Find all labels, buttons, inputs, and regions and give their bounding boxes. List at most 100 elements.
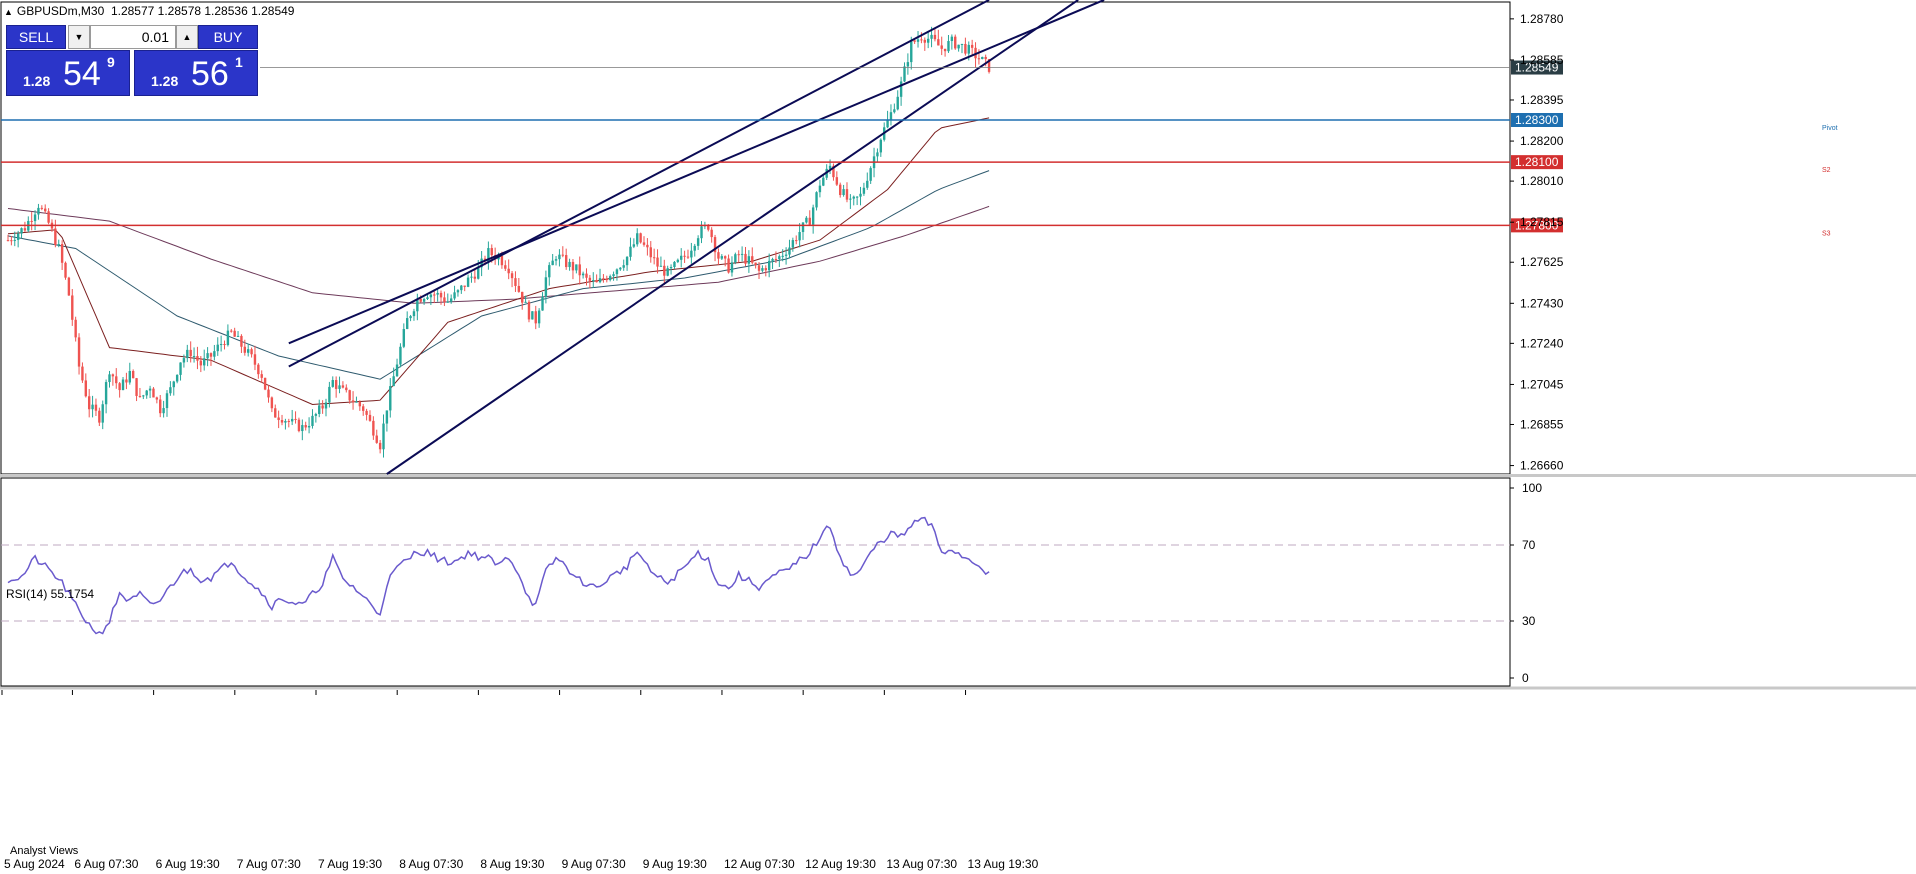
candle-body <box>37 207 40 215</box>
candle-body <box>402 329 406 347</box>
candle-body <box>263 377 267 390</box>
time-tick-label: 6 Aug 07:30 <box>74 857 138 871</box>
ohlc-values: 1.28577 1.28578 1.28536 1.28549 <box>110 4 295 18</box>
collapse-triangle-icon[interactable]: ▲ <box>4 7 13 17</box>
candle-body <box>639 233 642 243</box>
candle-body <box>199 360 203 366</box>
candle-body <box>954 36 957 49</box>
candle-body <box>246 349 250 353</box>
candle-body <box>571 261 575 271</box>
candle-body <box>578 264 581 276</box>
candle-body <box>365 410 368 415</box>
candle-body <box>595 280 598 283</box>
candle-body <box>84 380 88 397</box>
candle-body <box>801 222 805 233</box>
candle-body <box>213 351 216 357</box>
buy-price-prefix: 1.28 <box>151 73 179 89</box>
candle-body <box>950 36 954 42</box>
candle-body <box>510 273 514 279</box>
candle-body <box>771 258 774 261</box>
rsi-panel[interactable]: 100 70 30 0 <box>0 477 1916 690</box>
candle-body <box>131 370 135 379</box>
candle-body <box>449 298 453 302</box>
level-s2-value: 1.28100 <box>1515 155 1559 169</box>
candle-body <box>412 311 416 317</box>
candle-body <box>646 244 649 248</box>
rsi-label: RSI(14) 55.1754 <box>6 587 94 601</box>
ma-mid-line <box>7 170 990 380</box>
candle-body <box>74 319 77 338</box>
candle-body <box>906 62 910 67</box>
candle-body <box>71 295 74 320</box>
candle-body <box>636 233 639 245</box>
lot-size-input[interactable] <box>90 25 176 49</box>
candle-body <box>537 310 541 324</box>
candle-body <box>899 81 903 97</box>
time-tick-label: 13 Aug 19:30 <box>968 857 1039 871</box>
candle-body <box>162 408 165 414</box>
candle-body <box>842 189 845 196</box>
candle-body <box>409 316 412 319</box>
candle-body <box>669 266 673 269</box>
candle-body <box>524 301 527 303</box>
main-price-panel[interactable] <box>0 1 1916 477</box>
candle-body <box>351 400 355 403</box>
candle-body <box>967 44 970 54</box>
candle-body <box>243 346 247 353</box>
candle-body <box>656 257 659 267</box>
candle-body <box>226 330 230 346</box>
candle-body <box>169 387 172 394</box>
candle-body <box>128 370 131 383</box>
candle-body <box>466 277 470 287</box>
candle-body <box>602 278 605 280</box>
chart-header: ▲ GBPUSDm,M30 1.28577 1.28578 1.28536 1.2… <box>4 4 294 18</box>
candle-body <box>257 364 260 375</box>
candle-body <box>761 268 764 271</box>
candle-body <box>439 292 443 298</box>
candle-body <box>101 404 104 423</box>
candle-body <box>970 44 974 48</box>
candle-body <box>253 354 257 365</box>
candle-body <box>862 187 866 194</box>
candle-body <box>625 256 629 266</box>
lot-increase-icon[interactable]: ▲ <box>176 25 198 49</box>
candle-body <box>456 290 460 293</box>
candle-body <box>544 277 548 297</box>
candle-body <box>835 177 839 185</box>
candle-body <box>54 228 57 245</box>
candle-body <box>605 279 608 281</box>
candle-body <box>734 254 737 263</box>
candle-body <box>60 244 64 263</box>
time-tick-label: 9 Aug 19:30 <box>643 857 707 871</box>
candle-body <box>612 274 615 277</box>
candle-body <box>554 259 558 261</box>
candle-body <box>142 395 145 397</box>
candle-body <box>855 196 859 198</box>
sell-button[interactable]: SELL <box>6 25 66 49</box>
candle-body <box>666 268 669 276</box>
channel-lines[interactable] <box>288 0 1105 475</box>
candle-body <box>216 344 219 352</box>
sell-price-box[interactable]: 1.28 54 9 <box>6 50 130 96</box>
candle-body <box>334 380 338 389</box>
candle-body <box>893 109 896 113</box>
candle-body <box>896 96 899 110</box>
candle-body <box>77 337 81 367</box>
candle-body <box>747 256 751 264</box>
candle-body <box>534 311 537 324</box>
buy-price-box[interactable]: 1.28 56 1 <box>134 50 258 96</box>
candle-body <box>879 139 883 153</box>
chart-canvas[interactable]: Pivot1.28300S21.28100S31.278001.28549 1.… <box>0 0 1916 874</box>
candle-body <box>551 260 554 266</box>
candle-body <box>219 344 223 346</box>
analyst-views-tab[interactable]: Analyst Views <box>10 845 79 857</box>
candle-body <box>943 48 947 52</box>
rsi-frame <box>0 477 1511 687</box>
candle-body <box>23 228 27 231</box>
candle-body <box>192 356 196 358</box>
level-lines[interactable]: Pivot1.28300S21.28100S31.278001.28549 <box>1 60 1838 238</box>
candle-body <box>561 254 565 256</box>
buy-button[interactable]: BUY <box>198 25 258 49</box>
lot-decrease-icon[interactable]: ▼ <box>68 25 90 49</box>
candle-body <box>422 299 426 302</box>
